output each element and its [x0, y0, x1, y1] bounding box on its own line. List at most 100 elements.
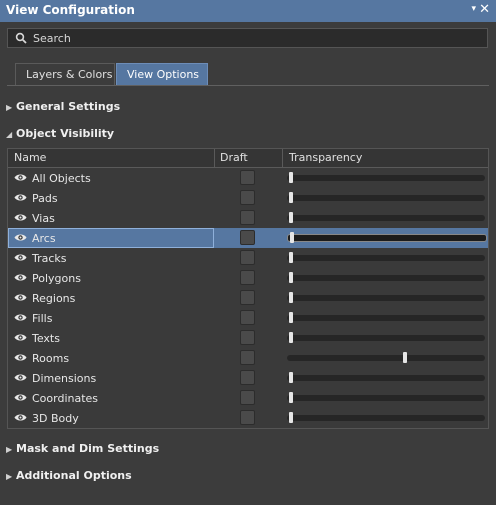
table-row[interactable]: 3D Body [8, 408, 488, 428]
row-name: Arcs [32, 232, 56, 245]
slider-thumb[interactable] [289, 332, 293, 343]
draft-checkbox[interactable] [240, 230, 255, 245]
draft-checkbox[interactable] [240, 330, 255, 345]
table-row[interactable]: Tracks [8, 248, 488, 268]
chevron-right-icon: ▶ [6, 445, 13, 454]
table-row[interactable]: Texts [8, 328, 488, 348]
slider-thumb[interactable] [289, 412, 293, 423]
eye-icon[interactable] [14, 252, 27, 263]
column-header-transparency[interactable]: Transparency [289, 151, 362, 164]
transparency-slider[interactable] [287, 232, 487, 243]
tab-label: Layers & Colors [26, 68, 113, 81]
column-header-name[interactable]: Name [14, 151, 46, 164]
eye-icon[interactable] [14, 352, 27, 363]
row-name: 3D Body [32, 412, 79, 425]
transparency-slider[interactable] [287, 192, 485, 203]
eye-icon[interactable] [14, 272, 27, 283]
slider-thumb[interactable] [289, 252, 293, 263]
transparency-slider[interactable] [287, 272, 485, 283]
slider-thumb[interactable] [289, 392, 293, 403]
search-input[interactable]: Search [7, 28, 488, 48]
search-placeholder: Search [33, 32, 71, 45]
chevron-down-icon: ◢ [6, 130, 13, 139]
tab-view-options[interactable]: View Options [116, 63, 208, 85]
transparency-slider[interactable] [287, 212, 485, 223]
table-row[interactable]: Fills [8, 308, 488, 328]
transparency-slider[interactable] [287, 252, 485, 263]
slider-thumb[interactable] [289, 212, 293, 223]
table-row[interactable]: Regions [8, 288, 488, 308]
tab-label: View Options [127, 68, 200, 81]
eye-icon[interactable] [14, 232, 27, 243]
table-row[interactable]: Arcs [8, 228, 488, 248]
section-label: Object Visibility [16, 127, 115, 140]
slider-thumb[interactable] [289, 192, 293, 203]
row-name: Fills [32, 312, 53, 325]
transparency-slider[interactable] [287, 292, 485, 303]
search-icon [15, 32, 27, 47]
table-row[interactable]: Polygons [8, 268, 488, 288]
table-row[interactable]: Coordinates [8, 388, 488, 408]
table-row[interactable]: Dimensions [8, 368, 488, 388]
row-name: Vias [32, 212, 55, 225]
row-name: Rooms [32, 352, 70, 365]
eye-icon[interactable] [14, 372, 27, 383]
tab-layers-colors[interactable]: Layers & Colors [15, 63, 115, 85]
slider-thumb[interactable] [289, 172, 293, 183]
draft-checkbox[interactable] [240, 290, 255, 305]
draft-checkbox[interactable] [240, 190, 255, 205]
draft-checkbox[interactable] [240, 350, 255, 365]
panel-menu-icon[interactable]: ▾ [471, 4, 476, 14]
eye-icon[interactable] [14, 312, 27, 323]
row-name: Dimensions [32, 372, 97, 385]
eye-icon[interactable] [14, 212, 27, 223]
eye-icon[interactable] [14, 192, 27, 203]
table-row[interactable]: Pads [8, 188, 488, 208]
panel-titlebar: View Configuration ▾ ✕ [0, 0, 496, 22]
eye-icon[interactable] [14, 332, 27, 343]
section-general-settings[interactable]: ▶ General Settings [6, 100, 120, 113]
chevron-right-icon: ▶ [6, 472, 13, 481]
eye-icon[interactable] [14, 172, 27, 183]
eye-icon[interactable] [14, 392, 27, 403]
eye-icon[interactable] [14, 292, 27, 303]
draft-checkbox[interactable] [240, 270, 255, 285]
transparency-slider[interactable] [287, 392, 485, 403]
section-label: Mask and Dim Settings [16, 442, 160, 455]
slider-thumb[interactable] [289, 372, 293, 383]
table-row[interactable]: Rooms [8, 348, 488, 368]
slider-thumb[interactable] [403, 352, 407, 363]
transparency-slider[interactable] [287, 332, 485, 343]
draft-checkbox[interactable] [240, 210, 255, 225]
draft-checkbox[interactable] [240, 370, 255, 385]
transparency-slider[interactable] [287, 412, 485, 423]
section-object-visibility[interactable]: ◢ Object Visibility [6, 127, 114, 140]
table-header: Name Draft Transparency [8, 149, 488, 168]
column-header-draft[interactable]: Draft [220, 151, 248, 164]
row-name: Polygons [32, 272, 81, 285]
row-name: All Objects [32, 172, 91, 185]
transparency-slider[interactable] [287, 372, 485, 383]
row-name: Regions [32, 292, 76, 305]
transparency-slider[interactable] [287, 352, 485, 363]
slider-thumb[interactable] [289, 312, 293, 323]
table-row[interactable]: Vias [8, 208, 488, 228]
draft-checkbox[interactable] [240, 310, 255, 325]
draft-checkbox[interactable] [240, 170, 255, 185]
eye-icon[interactable] [14, 412, 27, 423]
draft-checkbox[interactable] [240, 250, 255, 265]
section-mask-dim-settings[interactable]: ▶ Mask and Dim Settings [6, 442, 159, 455]
draft-checkbox[interactable] [240, 390, 255, 405]
tab-divider [7, 85, 489, 86]
slider-thumb[interactable] [289, 272, 293, 283]
transparency-slider[interactable] [287, 172, 485, 183]
slider-thumb[interactable] [290, 232, 294, 243]
section-additional-options[interactable]: ▶ Additional Options [6, 469, 132, 482]
close-icon[interactable]: ✕ [479, 2, 490, 17]
section-label: Additional Options [16, 469, 132, 482]
row-name: Texts [32, 332, 60, 345]
slider-thumb[interactable] [289, 292, 293, 303]
transparency-slider[interactable] [287, 312, 485, 323]
draft-checkbox[interactable] [240, 410, 255, 425]
table-row[interactable]: All Objects [8, 168, 488, 188]
